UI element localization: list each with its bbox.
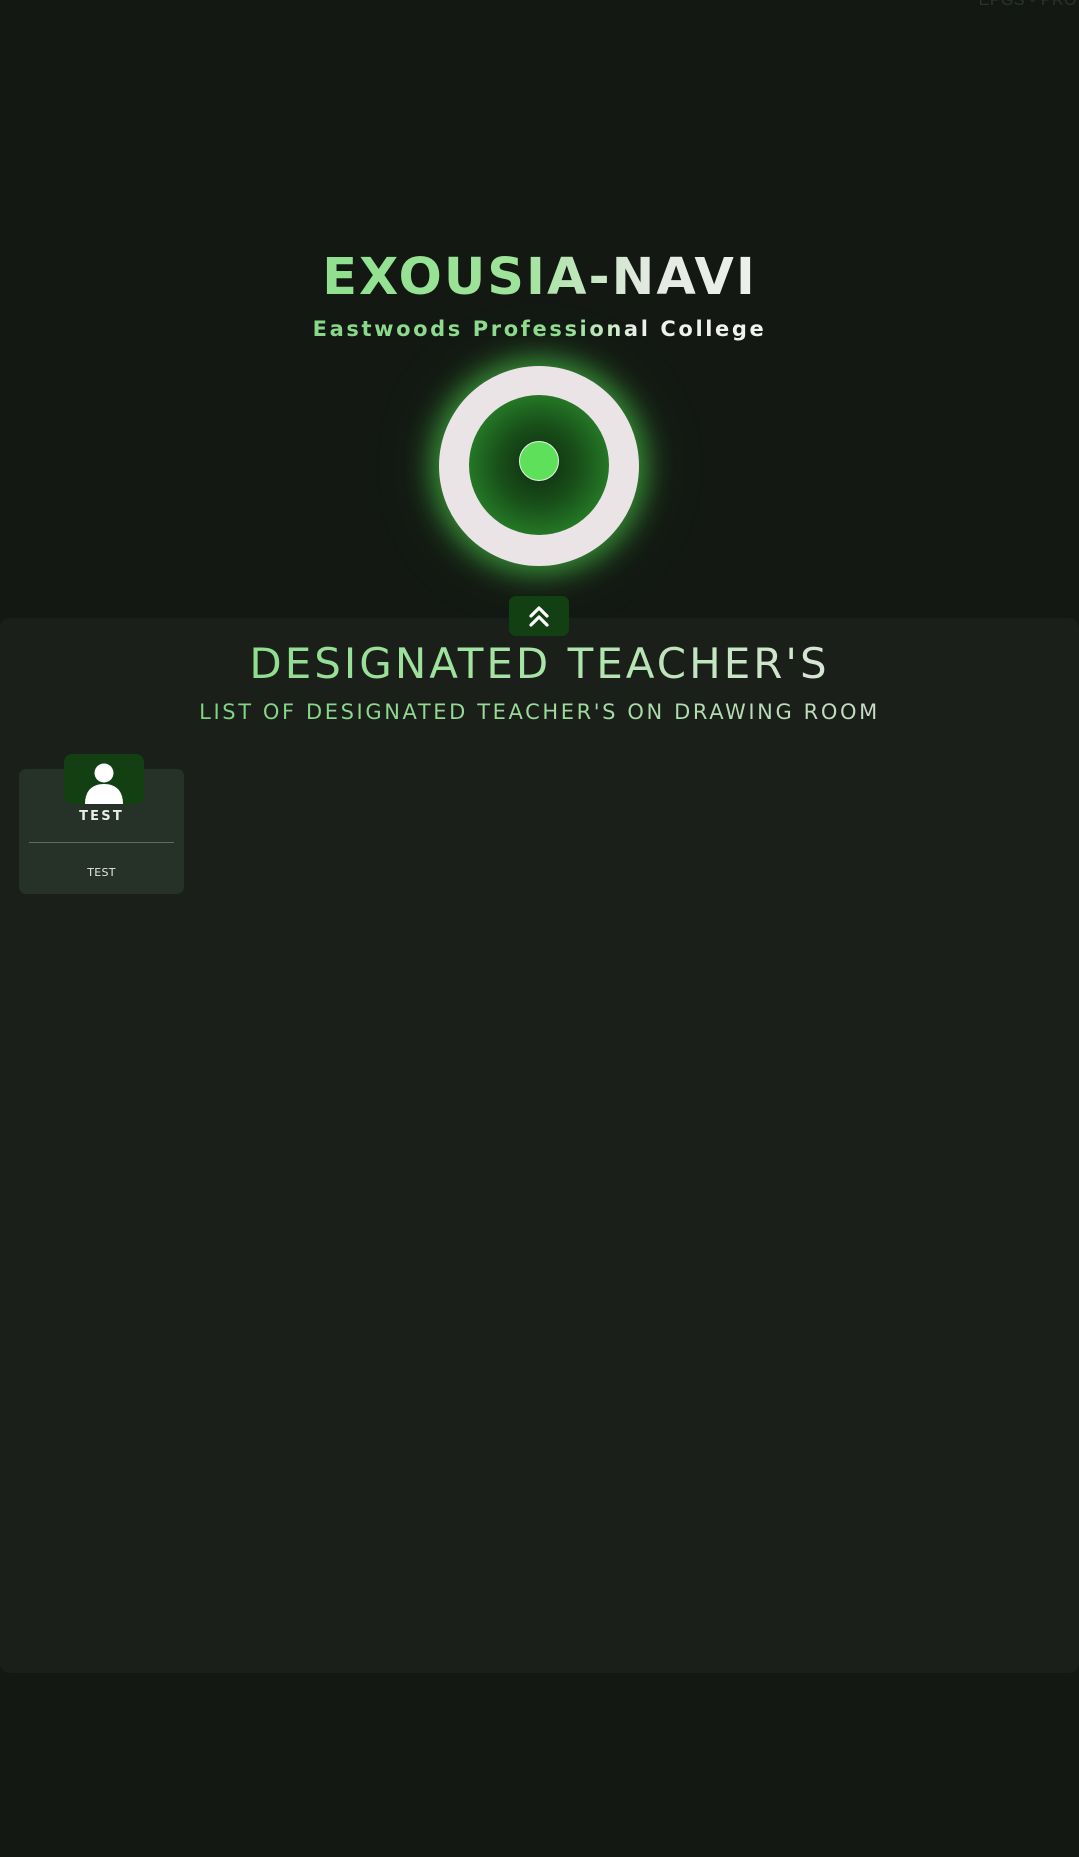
- page: EPGS - PRO EXOUSIA-NAVI Eastwoods Profes…: [0, 0, 1079, 1857]
- teacher-card[interactable]: TEST TEST: [19, 754, 184, 894]
- section-subtitle: LIST OF DESIGNATED TEACHER'S ON DRAWING …: [199, 700, 880, 724]
- teacher-name: TEST: [79, 809, 124, 824]
- logo-center-dot: [519, 441, 559, 481]
- scroll-up-button[interactable]: [509, 596, 569, 636]
- double-chevron-up-icon: [529, 606, 549, 627]
- card-divider: [29, 842, 174, 843]
- app-title: EXOUSIA-NAVI: [322, 246, 757, 310]
- section-title: DESIGNATED TEACHER'S: [249, 639, 830, 688]
- target-icon: [439, 366, 639, 566]
- teacher-role: TEST: [87, 866, 116, 879]
- avatar: [64, 754, 144, 804]
- logo-inner-ring: [469, 395, 609, 535]
- user-icon: [85, 763, 123, 804]
- corner-text: EPGS - PRO: [978, 0, 1077, 9]
- college-name: Eastwoods Professional College: [312, 317, 767, 341]
